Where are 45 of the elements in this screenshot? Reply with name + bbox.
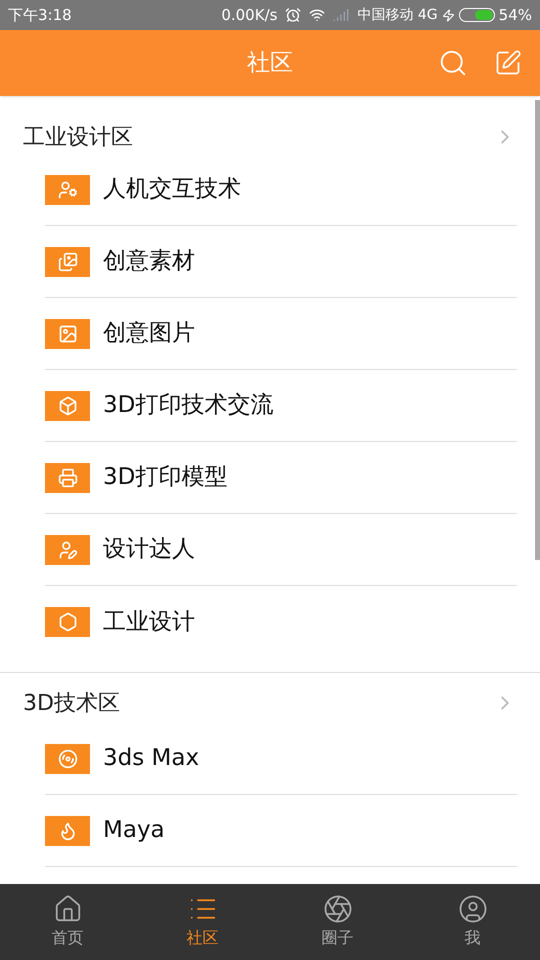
forum-name: Maya — [103, 816, 165, 846]
tab[interactable]: 我 — [405, 884, 540, 960]
forum-row[interactable]: 人机交互技术 — [45, 154, 517, 226]
network-speed: 0.00K/s — [221, 4, 278, 26]
carrier: 中国移动 4G — [357, 6, 438, 24]
forum-name: 工业设计 — [103, 608, 195, 637]
forum-row[interactable]: 3ds Max — [45, 723, 517, 795]
forum-name: 3D打印模型 — [103, 463, 228, 492]
cube-icon — [45, 390, 90, 420]
forum-row[interactable]: 3D打印模型 — [45, 442, 517, 514]
time: 下午3:18 — [8, 4, 72, 26]
forum-row[interactable]: 创意素材 — [45, 226, 517, 298]
forum-name: 3ds Max — [103, 744, 200, 774]
search-button[interactable] — [438, 48, 468, 78]
battery-icon — [458, 8, 495, 22]
images-icon — [45, 246, 90, 276]
forum-row[interactable]: Maya — [45, 795, 517, 867]
charging-icon — [442, 8, 455, 22]
user-icon — [458, 894, 488, 924]
section-title: 3D技术区 — [23, 690, 121, 718]
forum-name: 创意图片 — [103, 319, 195, 348]
compose-button[interactable] — [494, 49, 522, 77]
wifi-icon — [309, 7, 326, 23]
page-title: 社区 — [247, 48, 293, 78]
person-gear-icon — [45, 174, 90, 204]
forum-row[interactable]: 创意图片 — [45, 298, 517, 370]
forum-row[interactable]: 3D打印技术交流 — [45, 370, 517, 442]
flame-icon — [45, 816, 90, 846]
tab[interactable]: 社区 — [135, 884, 270, 960]
battery-level: 54% — [498, 4, 532, 26]
aperture-icon — [322, 894, 352, 924]
forum-name: 3D打印技术交流 — [103, 391, 274, 420]
person-pen-icon — [45, 534, 90, 564]
forum-name: 人机交互技术 — [103, 175, 241, 204]
forum-row[interactable]: 设计达人 — [45, 514, 517, 586]
printer-icon — [45, 462, 90, 492]
signal-icon — [333, 7, 350, 23]
image-icon — [45, 318, 90, 348]
section-title: 工业设计区 — [23, 124, 134, 152]
alarm-icon — [285, 7, 302, 23]
forum-name: 设计达人 — [103, 535, 195, 564]
tab[interactable]: 首页 — [0, 884, 135, 960]
forum-name: 创意素材 — [103, 247, 195, 276]
tab[interactable]: 圈子 — [270, 884, 405, 960]
forum-row[interactable]: 工业设计 — [45, 586, 517, 658]
